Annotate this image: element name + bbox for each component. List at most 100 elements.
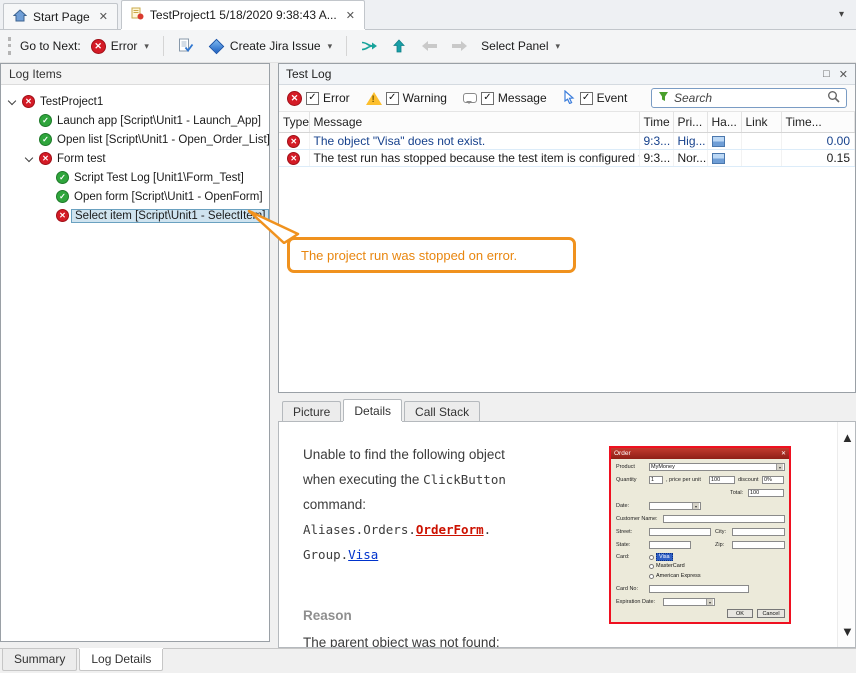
- col-priority[interactable]: Pri...: [673, 112, 707, 132]
- chevron-down-icon: ▾: [144, 41, 149, 52]
- create-jira-issue-button[interactable]: Create Jira Issue ▾: [204, 36, 336, 56]
- tab-list-dropdown-icon[interactable]: ▾: [839, 9, 844, 20]
- of-field: 100: [709, 476, 735, 484]
- maximize-panel-icon[interactable]: □: [823, 68, 830, 81]
- tab-picture[interactable]: Picture: [282, 401, 341, 421]
- of-label: Total:: [730, 490, 743, 496]
- filter-warning[interactable]: ✓ Warning: [366, 91, 447, 105]
- filter-label: Error: [323, 91, 350, 105]
- visa-link[interactable]: Visa: [348, 547, 378, 562]
- tab-label: Call Stack: [415, 405, 469, 419]
- order-form-screenshot: Order ✕ Product MyMoney▾ Quantity 1 , pr…: [609, 446, 791, 624]
- tab-label: Log Details: [91, 652, 151, 666]
- error-details-text: Unable to find the following object when…: [303, 442, 603, 567]
- tree-item-label: Open list [Script\Unit1 - Open_Order_Lis…: [57, 134, 270, 146]
- create-jira-label: Create Jira Issue: [230, 39, 321, 53]
- table-header-row: Type Message Time Pri... Ha... Link Time…: [279, 112, 855, 132]
- col-type[interactable]: Type: [279, 112, 309, 132]
- details-tab-bar: Picture Details Call Stack: [278, 399, 856, 421]
- of-label: City:: [715, 529, 726, 535]
- tab-call-stack[interactable]: Call Stack: [404, 401, 480, 421]
- select-panel-button[interactable]: Select Panel ▾: [477, 36, 564, 56]
- filter-message[interactable]: ✓ Message: [463, 91, 547, 105]
- orderform-error-link[interactable]: OrderForm: [416, 522, 484, 537]
- tree-item-open-list[interactable]: ✓ Open list [Script\Unit1 - Open_Order_L…: [1, 130, 269, 149]
- search-input[interactable]: [674, 91, 822, 105]
- log-row[interactable]: ✕ The object "Visa" does not exist. 9:3.…: [279, 132, 855, 149]
- bottom-tab-bar: Summary Log Details: [0, 648, 856, 673]
- col-message[interactable]: Message: [309, 112, 639, 132]
- tree-item-form-test[interactable]: ✕ Form test: [1, 149, 269, 168]
- log-table: Type Message Time Pri... Ha... Link Time…: [279, 112, 855, 167]
- of-field: [649, 585, 749, 593]
- of-dropdown-icon: ▾: [776, 464, 783, 470]
- filter-label: Warning: [403, 91, 447, 105]
- close-tab-icon[interactable]: ✕: [99, 10, 108, 23]
- log-items-tree: ✕ TestProject1 ✓ Launch app [Script\Unit…: [1, 85, 269, 225]
- event-checkbox[interactable]: ✓: [580, 92, 593, 105]
- details-line: Unable to find the following object: [303, 442, 603, 467]
- test-log-header: Test Log □ ✕: [279, 64, 855, 85]
- close-panel-icon[interactable]: ✕: [839, 68, 848, 81]
- object-path-line: Aliases.Orders.OrderForm.: [303, 517, 603, 542]
- tree-item-select-item[interactable]: ✕ Select item [Script\Unit1 - SelectItem…: [1, 206, 269, 225]
- toolbar-grip[interactable]: [8, 37, 11, 55]
- tree-item-script-test-log[interactable]: ✓ Script Test Log [Unit1\Form_Test]: [1, 168, 269, 187]
- branch-arrows-icon[interactable]: [357, 34, 381, 58]
- filter-error[interactable]: ✕ ✓ Error: [287, 91, 350, 106]
- error-checkbox[interactable]: ✓: [306, 92, 319, 105]
- success-status-icon: ✓: [39, 133, 52, 146]
- priority-cell: Hig...: [673, 132, 707, 149]
- of-label: Customer Name:: [616, 516, 658, 522]
- radio-icon: [649, 564, 654, 569]
- error-dropdown-label: Error: [111, 39, 138, 53]
- test-log-icon: [131, 7, 144, 23]
- time-cell: 9:3...: [639, 132, 673, 149]
- of-dropdown-icon: ▾: [692, 503, 699, 509]
- vertical-scrollbar[interactable]: ▲ ▼: [837, 422, 855, 647]
- tab-label: Picture: [293, 405, 330, 419]
- go-to-next-error-button[interactable]: ✕ Error ▾: [87, 36, 153, 57]
- message-checkbox[interactable]: ✓: [481, 92, 494, 105]
- tab-test-result[interactable]: TestProject1 5/18/2020 9:38:43 A... ✕: [121, 0, 365, 29]
- of-field: [732, 528, 785, 536]
- chevron-down-icon: ▾: [556, 41, 561, 52]
- tab-summary[interactable]: Summary: [2, 649, 77, 671]
- forward-arrow-icon[interactable]: [447, 34, 471, 58]
- col-has-picture[interactable]: Ha...: [707, 112, 741, 132]
- of-dropdown-icon: ▾: [706, 599, 713, 605]
- warning-checkbox[interactable]: ✓: [386, 92, 399, 105]
- col-time[interactable]: Time: [639, 112, 673, 132]
- tab-label: Start Page: [33, 10, 90, 24]
- filter-event[interactable]: ✓ Event: [563, 90, 628, 107]
- upload-arrow-icon[interactable]: [387, 34, 411, 58]
- col-link[interactable]: Link: [741, 112, 781, 132]
- tab-start-page[interactable]: Start Page ✕: [3, 3, 118, 29]
- tab-label: Details: [354, 404, 391, 418]
- of-radio: MasterCard: [649, 563, 685, 569]
- tab-log-details[interactable]: Log Details: [79, 649, 163, 671]
- error-status-icon: ✕: [39, 152, 52, 165]
- collapse-icon[interactable]: [24, 154, 34, 164]
- of-field: ▾: [649, 502, 701, 510]
- tree-item-open-form[interactable]: ✓ Open form [Script\Unit1 - OpenForm]: [1, 187, 269, 206]
- of-field: [732, 541, 785, 549]
- of-label: , price per unit: [666, 477, 701, 483]
- time-cell: 9:3...: [639, 149, 673, 166]
- collapse-icon[interactable]: [7, 97, 17, 107]
- log-row[interactable]: ✕ The test run has stopped because the t…: [279, 149, 855, 166]
- document-check-icon[interactable]: [174, 34, 198, 58]
- search-box[interactable]: [651, 88, 847, 108]
- of-label: State:: [616, 542, 630, 548]
- back-arrow-icon[interactable]: [417, 34, 441, 58]
- scroll-up-icon[interactable]: ▲: [841, 430, 854, 445]
- of-radio: Visa: [649, 553, 673, 561]
- tree-item-testproject1[interactable]: ✕ TestProject1: [1, 92, 269, 111]
- col-time-diff[interactable]: Time...: [781, 112, 855, 132]
- close-tab-icon[interactable]: ✕: [346, 9, 355, 22]
- tree-item-launch-app[interactable]: ✓ Launch app [Script\Unit1 - Launch_App]: [1, 111, 269, 130]
- search-icon: [827, 90, 840, 106]
- scroll-down-icon[interactable]: ▼: [841, 624, 854, 639]
- tab-details[interactable]: Details: [343, 399, 402, 421]
- object-path-line: Group.Visa: [303, 542, 603, 567]
